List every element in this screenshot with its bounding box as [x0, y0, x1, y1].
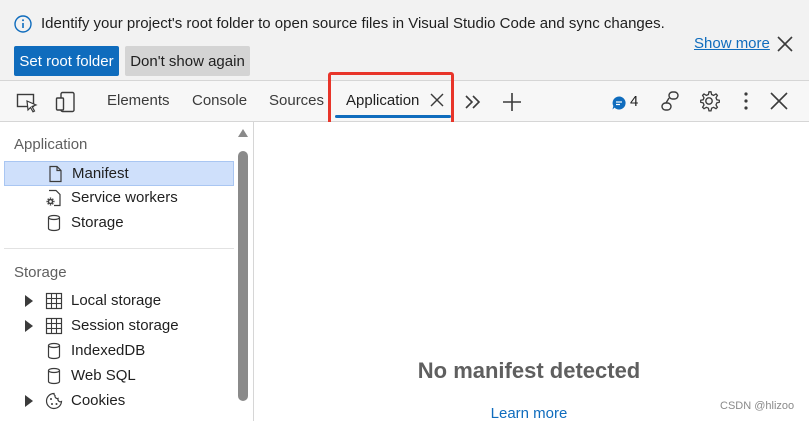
database-icon	[47, 367, 61, 385]
sidebar-item-local-storage[interactable]: Local storage	[4, 289, 234, 314]
sidebar-item-label: Service workers	[71, 189, 178, 206]
sidebar-item-label: Manifest	[72, 165, 129, 182]
empty-state-message: No manifest detected	[417, 358, 641, 383]
expand-arrow-icon[interactable]	[24, 395, 34, 407]
close-devtools-icon[interactable]	[769, 91, 789, 111]
connections-icon[interactable]	[659, 90, 681, 112]
more-tabs-icon[interactable]	[462, 91, 484, 113]
devtools-window: Identify your project's root folder to o…	[0, 0, 809, 421]
application-tab-highlight	[328, 72, 454, 126]
issues-icon[interactable]	[611, 95, 627, 111]
add-tab-icon[interactable]	[501, 91, 523, 113]
tab-sources[interactable]: Sources	[269, 92, 324, 109]
database-icon	[47, 214, 61, 232]
grid-icon	[45, 317, 63, 335]
sidebar-item-storage[interactable]: Storage	[4, 211, 234, 236]
database-icon	[47, 342, 61, 360]
sidebar-scrollbar[interactable]	[236, 126, 250, 421]
watermark: CSDN @hlizoo	[720, 400, 795, 412]
sidebar-item-session-storage[interactable]: Session storage	[4, 314, 234, 339]
sidebar-item-label: Cookies	[71, 392, 126, 409]
inspect-element-icon[interactable]	[16, 91, 38, 113]
info-bar-message: Identify your project's root folder to o…	[41, 15, 665, 32]
section-divider	[4, 248, 234, 249]
sidebar-item-cookies[interactable]: Cookies	[4, 389, 234, 414]
issues-count[interactable]: 4	[630, 93, 638, 110]
cookie-icon	[45, 392, 63, 410]
section-header-application: Application	[14, 136, 88, 153]
gear-icon	[46, 189, 61, 207]
scrollbar-thumb[interactable]	[238, 151, 248, 401]
manifest-panel: No manifest detected Learn more	[254, 122, 809, 421]
dont-show-again-button[interactable]: Don't show again	[125, 46, 250, 76]
sidebar-item-indexeddb[interactable]: IndexedDB	[4, 339, 234, 364]
section-header-storage: Storage	[14, 264, 67, 281]
sidebar-item-label: Session storage	[71, 317, 179, 334]
set-root-folder-button[interactable]: Set root folder	[14, 46, 119, 76]
sidebar-item-label: IndexedDB	[71, 342, 146, 359]
more-options-icon[interactable]	[735, 90, 757, 112]
sidebar-item-web-sql[interactable]: Web SQL	[4, 364, 234, 389]
application-sidebar: Application Manifest Service workers Sto…	[0, 122, 254, 421]
sidebar-item-service-workers[interactable]: Service workers	[4, 186, 234, 211]
expand-arrow-icon[interactable]	[24, 320, 34, 332]
info-bar: Identify your project's root folder to o…	[0, 0, 809, 81]
sidebar-item-label: Local storage	[71, 292, 162, 309]
tab-elements[interactable]: Elements	[107, 92, 170, 109]
file-icon	[49, 165, 62, 183]
info-icon	[14, 15, 32, 33]
sidebar-item-manifest[interactable]: Manifest	[4, 161, 234, 186]
close-icon[interactable]	[776, 35, 794, 53]
settings-icon[interactable]	[698, 90, 720, 112]
show-more-link[interactable]: Show more	[694, 35, 770, 52]
expand-arrow-icon[interactable]	[24, 295, 34, 307]
device-emulation-icon[interactable]	[55, 91, 77, 113]
sidebar-item-label: Storage	[71, 214, 124, 231]
tab-console[interactable]: Console	[192, 92, 247, 109]
scroll-up-arrow-icon[interactable]	[237, 128, 249, 138]
grid-icon	[45, 292, 63, 310]
sidebar-item-label: Web SQL	[71, 367, 136, 384]
